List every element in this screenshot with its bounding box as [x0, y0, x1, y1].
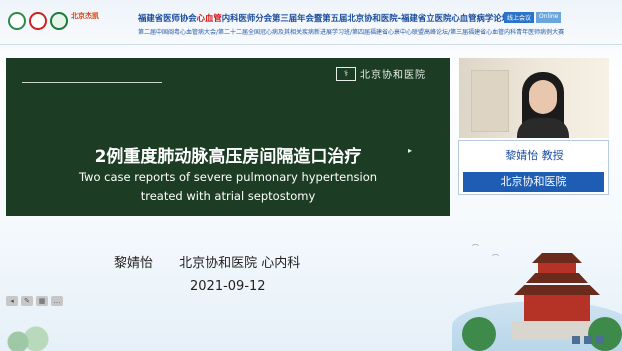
title-highlight: 心血管 [196, 13, 222, 23]
slide-hospital-logo: ⚕ 北京协和医院 [336, 66, 426, 81]
live-badge: 线上会议 Online [504, 12, 562, 23]
speaker-face [529, 80, 557, 114]
conference-header: 北京杰凯 福建省医师协会心血管内科医师分会第三届年会暨第五届北京协和医院-福建省… [0, 0, 622, 44]
slide-title-en-line1: Two case reports of severe pulmonary hyp… [78, 170, 378, 184]
player-status-icons [572, 336, 604, 344]
header-divider [0, 44, 622, 45]
status-icon [584, 336, 592, 344]
pagoda-roof [532, 253, 582, 263]
presenter-affiliation: 北京协和医院 心内科 [179, 256, 301, 271]
pagoda-body [524, 293, 590, 321]
live-label: 线上会议 [504, 12, 535, 23]
slide-title-en: Two case reports of severe pulmonary hyp… [6, 168, 450, 206]
pagoda-roof [514, 285, 600, 295]
presenter-line: 黎婧怡 北京协和医院 心内科 [114, 252, 322, 271]
hospital-logo [50, 12, 68, 30]
sponsor-logo: 北京杰凯 [71, 12, 99, 20]
previous-slide-icon[interactable]: ◂ [6, 296, 18, 306]
speaker-body [517, 118, 569, 138]
video-door [471, 70, 509, 132]
status-icon [572, 336, 580, 344]
logo-strip: 北京杰凯 [8, 12, 109, 30]
pen-icon[interactable]: ✎ [21, 296, 33, 306]
pagoda-roof [526, 273, 588, 283]
bird-icon: ⌒ [492, 254, 499, 262]
slide-title-cn: 2例重度肺动脉高压房间隔造口治疗 [94, 147, 362, 167]
slides-menu-icon[interactable]: ▦ [36, 296, 48, 306]
society-logo [29, 12, 47, 30]
presentation-date: 2021-09-12 [190, 279, 266, 294]
slideshow-controls: ◂ ✎ ▦ … [6, 296, 63, 306]
tree-shape [462, 317, 496, 351]
flower-decoration [0, 321, 60, 351]
online-label: Online [536, 12, 562, 23]
presenter-name: 黎婧怡 [114, 256, 154, 271]
slide-divider [22, 82, 162, 83]
more-options-icon[interactable]: … [51, 296, 63, 306]
speaker-name-title: 黎婧怡 教授 [505, 149, 564, 162]
bird-icon: ⌒ [472, 244, 479, 252]
slide-title-en-line2: treated with atrial septostomy [140, 189, 316, 203]
slide-hospital-name: 北京协和医院 [360, 70, 426, 81]
association-logo [8, 12, 26, 30]
status-icon [596, 336, 604, 344]
speaker-video [459, 58, 609, 138]
conference-subtitle: 第二届中国闽粤心血管病大会/第二十二届全国冠心病及其相关疾病新进展学习班/第四届… [138, 29, 565, 36]
landmark-illustration: ⌒ ⌒ [452, 231, 622, 351]
conference-title: 福建省医师协会心血管内科医师分会第三届年会暨第五届北京协和医院-福建省立医院心血… [138, 12, 510, 24]
speaker-name-card: 黎婧怡 教授 北京协和医院 [458, 140, 609, 195]
hospital-mark-icon: ⚕ [336, 66, 356, 81]
tree-shape [588, 317, 622, 351]
title-prefix: 福建省医师协会 [138, 13, 197, 23]
title-suffix: 内科医师分会第三届年会暨第五届北京协和医院-福建省立医院心血管病学论坛 [221, 13, 510, 23]
presentation-slide: ⚕ 北京协和医院 ▸ 2例重度肺动脉高压房间隔造口治疗 Two case rep… [6, 58, 450, 216]
speaker-hospital: 北京协和医院 [463, 172, 604, 192]
